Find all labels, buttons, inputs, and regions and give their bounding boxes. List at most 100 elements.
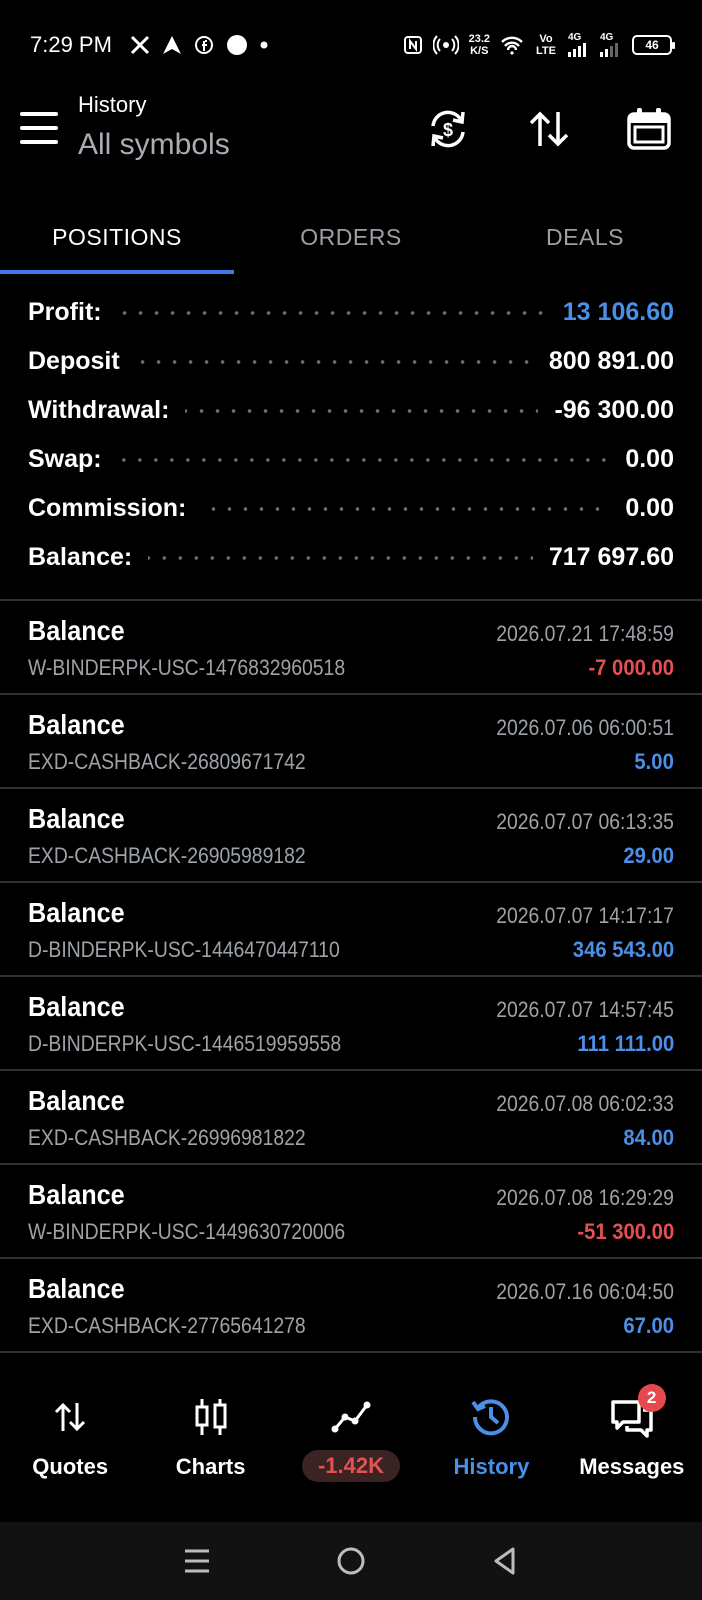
list-item[interactable]: Balance D-BINDERPK-USC-1446470447110 202… bbox=[0, 883, 702, 977]
deal-time: 2026.07.16 06:04:50 bbox=[496, 1279, 674, 1304]
deal-time: 2026.07.06 06:00:51 bbox=[496, 715, 674, 740]
deal-amount: 29.00 bbox=[623, 843, 674, 868]
volte-label: Vo LTE bbox=[536, 33, 556, 57]
balance-value: 717 697.60 bbox=[548, 543, 674, 571]
home-icon[interactable] bbox=[331, 1541, 371, 1581]
history-icon bbox=[468, 1394, 514, 1440]
tab-deals[interactable]: DEALS bbox=[468, 200, 702, 274]
nav-charts-label: Charts bbox=[175, 1454, 246, 1479]
nav-messages-label: Messages bbox=[579, 1454, 685, 1479]
list-item[interactable]: Balance EXD-CASHBACK-26996981822 2026.07… bbox=[0, 1071, 702, 1165]
dot-leader bbox=[185, 397, 539, 424]
history-tabs: POSITIONS ORDERS DEALS bbox=[0, 200, 702, 274]
list-item[interactable]: Balance EXD-CASHBACK-26809671742 2026.07… bbox=[0, 695, 702, 789]
notification-dot-icon bbox=[226, 34, 248, 56]
list-item[interactable]: Balance D-BINDERPK-USC-1446519959558 202… bbox=[0, 977, 702, 1071]
sort-icon[interactable] bbox=[524, 104, 574, 154]
commission-value: 0.00 bbox=[625, 494, 674, 522]
facebook-icon bbox=[194, 35, 214, 55]
dot-leader bbox=[202, 495, 610, 522]
deal-time: 2026.07.21 17:48:59 bbox=[496, 621, 674, 646]
system-navigation-bar bbox=[0, 1522, 702, 1600]
list-item[interactable]: Balance EXD-CASHBACK-26905989182 2026.07… bbox=[0, 789, 702, 883]
dot-leader bbox=[117, 446, 610, 473]
deal-amount: -51 300.00 bbox=[577, 1219, 674, 1244]
summary-label: Profit: bbox=[28, 298, 102, 326]
summary-label: Commission: bbox=[28, 494, 187, 522]
calendar-icon[interactable] bbox=[624, 104, 674, 154]
page-title: History bbox=[78, 92, 147, 117]
deals-list: Balance W-BINDERPK-USC-1476832960518 202… bbox=[0, 601, 702, 1353]
summary-balance-row: Balance: 717 697.60 bbox=[0, 533, 702, 582]
deal-type: Balance bbox=[28, 1273, 125, 1304]
deal-comment: EXD-CASHBACK-26809671742 bbox=[28, 749, 306, 774]
back-icon[interactable] bbox=[485, 1541, 525, 1581]
list-item[interactable]: Balance W-BINDERPK-USC-1449630720006 202… bbox=[0, 1165, 702, 1259]
deal-comment: W-BINDERPK-USC-1476832960518 bbox=[28, 655, 346, 680]
deposit-value: 800 891.00 bbox=[548, 347, 674, 375]
deal-comment: EXD-CASHBACK-26996981822 bbox=[28, 1125, 306, 1150]
trade-line-icon bbox=[328, 1394, 374, 1440]
summary-panel: Profit: 13 106.60 Deposit 800 891.00 Wit… bbox=[0, 288, 702, 582]
floating-pl-badge: -1.42K bbox=[301, 1450, 401, 1482]
nav-messages[interactable]: 2 Messages bbox=[562, 1360, 702, 1510]
nav-charts[interactable]: Charts bbox=[140, 1360, 280, 1510]
deal-time: 2026.07.07 06:13:35 bbox=[496, 809, 674, 834]
deal-type: Balance bbox=[28, 1085, 125, 1116]
bottom-navigation: Quotes Charts -1.42K History 2 Messages bbox=[0, 1360, 702, 1510]
status-time: 7:29 PM bbox=[30, 32, 112, 57]
svg-text:$: $ bbox=[443, 120, 453, 140]
menu-button[interactable] bbox=[20, 112, 58, 144]
nav-history-label: History bbox=[453, 1454, 530, 1479]
profit-value: 13 106.60 bbox=[562, 298, 674, 326]
list-item[interactable]: Balance EXD-CASHBACK-27765641278 2026.07… bbox=[0, 1259, 702, 1353]
dot-leader bbox=[135, 348, 533, 375]
deal-type: Balance bbox=[28, 615, 125, 646]
deal-comment: EXD-CASHBACK-26905989182 bbox=[28, 843, 306, 868]
deal-comment: D-BINDERPK-USC-1446519959558 bbox=[28, 1031, 342, 1056]
currency-exchange-icon[interactable]: $ bbox=[423, 104, 473, 154]
deal-amount: 346 543.00 bbox=[572, 937, 674, 962]
hotspot-icon bbox=[432, 35, 459, 55]
app-header: History All symbols $ bbox=[0, 90, 702, 200]
summary-commission-row: Commission: 0.00 bbox=[0, 484, 702, 533]
speed-unit: K/S bbox=[470, 45, 489, 57]
summary-profit-row: Profit: 13 106.60 bbox=[0, 288, 702, 337]
withdrawal-value: -96 300.00 bbox=[554, 396, 674, 424]
more-notifications-icon bbox=[260, 41, 268, 49]
nav-quotes-label: Quotes bbox=[32, 1454, 109, 1479]
dot-leader bbox=[117, 299, 547, 326]
summary-deposit-row: Deposit 800 891.00 bbox=[0, 337, 702, 386]
status-bar: 7:29 PM 23.2 K/S Vo LTE 4G 4G 46 bbox=[0, 0, 702, 90]
deal-amount: 5.00 bbox=[634, 749, 674, 774]
x-app-icon bbox=[130, 35, 150, 55]
summary-label: Swap: bbox=[28, 445, 102, 473]
deal-amount: 111 111.00 bbox=[577, 1031, 674, 1056]
deal-comment: W-BINDERPK-USC-1449630720006 bbox=[28, 1219, 346, 1244]
tab-positions[interactable]: POSITIONS bbox=[0, 200, 234, 274]
nav-trade[interactable]: -1.42K bbox=[281, 1360, 421, 1510]
deal-type: Balance bbox=[28, 709, 125, 740]
nfc-icon bbox=[403, 35, 423, 55]
nav-history[interactable]: History bbox=[421, 1360, 561, 1510]
battery-level: 46 bbox=[645, 38, 659, 52]
summary-label: Deposit bbox=[28, 347, 120, 375]
nav-quotes[interactable]: Quotes bbox=[0, 1360, 140, 1510]
deal-type: Balance bbox=[28, 803, 125, 834]
list-item[interactable]: Balance W-BINDERPK-USC-1476832960518 202… bbox=[0, 601, 702, 695]
signal-2-label: 4G bbox=[600, 32, 614, 43]
symbol-filter[interactable]: All symbols bbox=[78, 128, 230, 162]
deal-time: 2026.07.07 14:57:45 bbox=[496, 997, 674, 1022]
deal-comment: D-BINDERPK-USC-1446470447110 bbox=[28, 937, 340, 962]
signal-2-icon: 4G bbox=[600, 33, 622, 57]
deal-type: Balance bbox=[28, 991, 125, 1022]
recent-apps-icon[interactable] bbox=[177, 1541, 217, 1581]
deal-amount: 84.00 bbox=[623, 1125, 674, 1150]
deal-time: 2026.07.08 06:02:33 bbox=[496, 1091, 674, 1116]
summary-withdrawal-row: Withdrawal: -96 300.00 bbox=[0, 386, 702, 435]
speed-value: 23.2 bbox=[468, 33, 490, 45]
tab-orders[interactable]: ORDERS bbox=[234, 200, 468, 274]
deal-time: 2026.07.08 16:29:29 bbox=[496, 1185, 674, 1210]
battery-icon: 46 bbox=[632, 35, 675, 55]
swap-value: 0.00 bbox=[625, 445, 674, 473]
